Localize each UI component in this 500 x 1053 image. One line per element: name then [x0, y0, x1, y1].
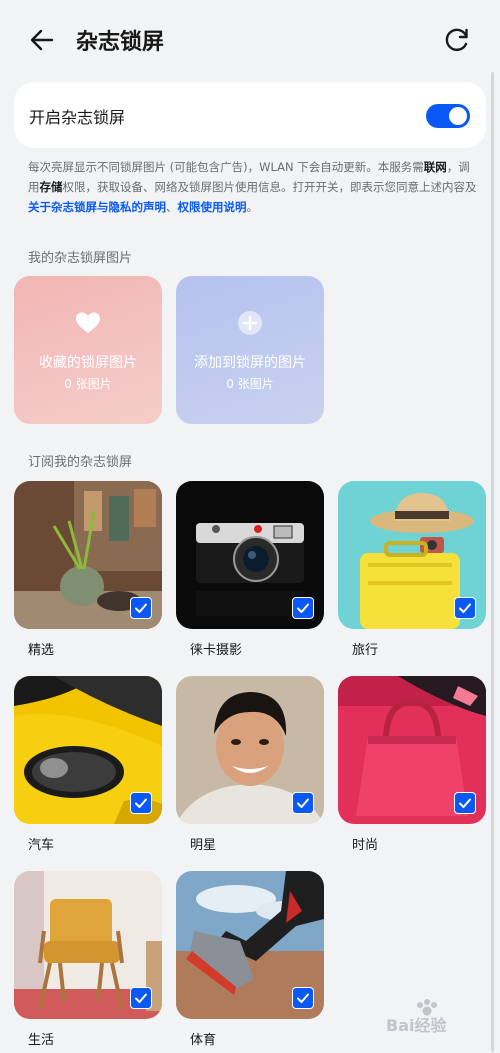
featured-checkbox[interactable] [130, 597, 152, 619]
desc-separator: 、 [166, 200, 178, 214]
featured-label: 精选 [28, 643, 55, 658]
subscription-tile-leica[interactable] [176, 481, 324, 629]
desc-bold-storage: 存储 [39, 180, 63, 194]
desc-text-1: 每次亮屏显示不同锁屏图片 (可能包含广告)，WLAN 下会自动更新。本服务需 [28, 160, 424, 174]
header-bar: 杂志锁屏 [0, 0, 500, 80]
page-title: 杂志锁屏 [76, 30, 165, 55]
added-images-count: 0 张图片 [226, 377, 274, 391]
baidu-watermark-logo: Bai经验 [386, 999, 447, 1035]
subscription-tile-featured[interactable] [14, 481, 162, 629]
subscription-tile-life[interactable] [14, 871, 162, 1019]
svg-text:Bai经验: Bai经验 [386, 1016, 447, 1035]
refresh-icon [445, 28, 468, 51]
cars-label: 汽车 [28, 838, 55, 853]
fashion-checkbox[interactable] [454, 792, 476, 814]
favorites-title: 收藏的锁屏图片 [39, 355, 137, 371]
sports-checkbox[interactable] [292, 987, 314, 1009]
subscription-tile-travel[interactable] [338, 481, 486, 629]
desc-text-3: 权限，获取设备、网络及锁屏图片使用信息。打开开关，即表示您同意上述内容及 [62, 180, 477, 194]
switch-knob [449, 107, 467, 125]
stars-label: 明星 [190, 838, 217, 853]
permission-info-link[interactable]: 权限使用说明 [178, 200, 247, 214]
checkbox-checked-icon [459, 603, 471, 613]
life-label: 生活 [28, 1033, 55, 1048]
travel-checkbox[interactable] [454, 597, 476, 619]
fashion-label: 时尚 [352, 838, 379, 853]
arrow-left-icon [30, 29, 54, 51]
plus-circle-icon [238, 311, 262, 335]
sports-label: 体育 [190, 1033, 217, 1048]
scrollbar[interactable] [491, 72, 494, 1052]
refresh-button[interactable] [442, 25, 472, 55]
subscription-tile-cars[interactable] [14, 676, 162, 824]
checkbox-checked-icon [297, 798, 309, 808]
subscription-tile-fashion[interactable] [338, 676, 486, 824]
leica-label: 徕卡摄影 [190, 643, 243, 658]
checkbox-checked-icon [135, 603, 147, 613]
checkbox-checked-icon [135, 798, 147, 808]
life-checkbox[interactable] [130, 987, 152, 1009]
leica-checkbox[interactable] [292, 597, 314, 619]
cars-checkbox[interactable] [130, 792, 152, 814]
checkbox-checked-icon [135, 993, 147, 1003]
checkbox-checked-icon [297, 603, 309, 613]
favorites-card[interactable]: 收藏的锁屏图片 0 张图片 [14, 276, 162, 424]
subscriptions-section-title: 订阅我的杂志锁屏 [28, 455, 133, 470]
back-button[interactable] [28, 26, 56, 54]
added-images-card[interactable]: 添加到锁屏的图片 0 张图片 [176, 276, 324, 424]
privacy-statement-link[interactable]: 关于杂志锁屏与隐私的声明 [28, 200, 166, 214]
subscription-tile-stars[interactable] [176, 676, 324, 824]
favorites-count: 0 张图片 [64, 377, 112, 391]
checkbox-checked-icon [297, 993, 309, 1003]
subscription-tile-sports[interactable] [176, 871, 324, 1019]
enable-toggle-card: 开启杂志锁屏 [14, 82, 486, 148]
my-images-section-title: 我的杂志锁屏图片 [28, 251, 133, 266]
stars-checkbox[interactable] [292, 792, 314, 814]
enable-magazine-switch[interactable] [426, 104, 470, 128]
desc-bold-network: 联网 [423, 160, 447, 174]
checkbox-checked-icon [459, 798, 471, 808]
travel-label: 旅行 [352, 643, 379, 658]
enable-toggle-label: 开启杂志锁屏 [29, 108, 126, 127]
desc-end: 。 [246, 200, 259, 214]
added-images-title: 添加到锁屏的图片 [194, 355, 306, 371]
heart-icon [76, 312, 100, 333]
service-description: 每次亮屏显示不同锁屏图片 (可能包含广告)，WLAN 下会自动更新。本服务需联网… [28, 157, 480, 217]
